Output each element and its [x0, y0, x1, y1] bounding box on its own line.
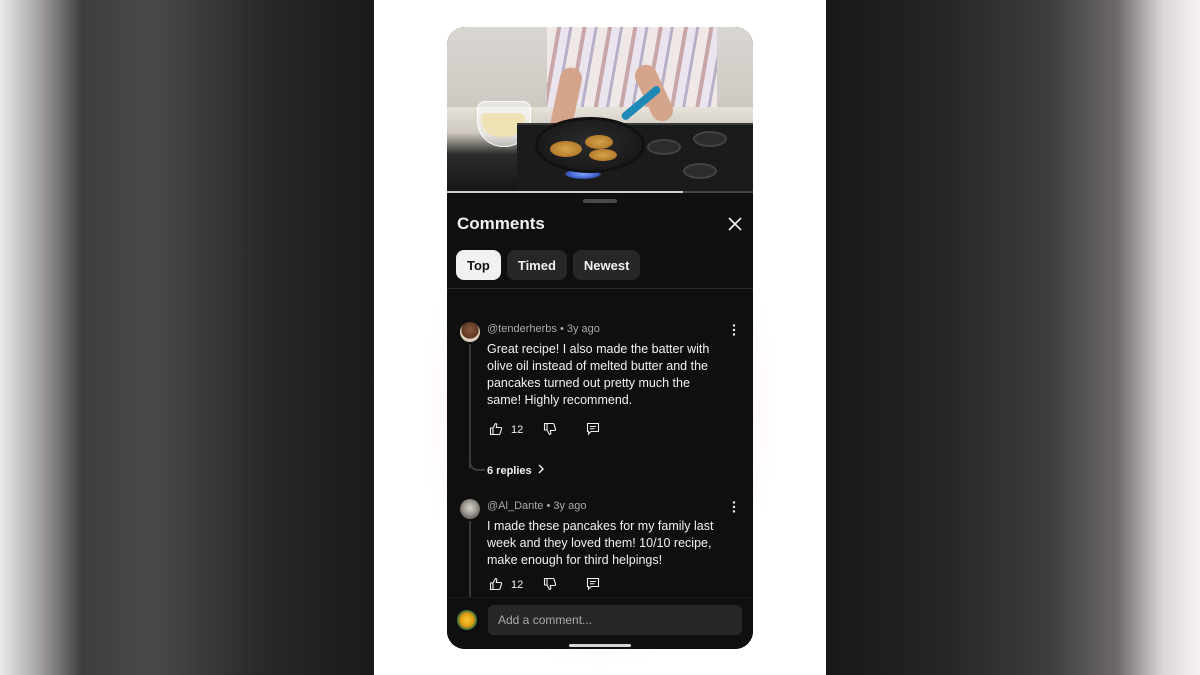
chevron-right-icon	[537, 464, 545, 477]
divider	[447, 288, 753, 289]
home-indicator[interactable]	[569, 644, 631, 647]
comment-composer	[447, 597, 753, 649]
video-frame-burner	[647, 139, 681, 155]
dislike-button[interactable]	[543, 577, 557, 594]
thumb-down-icon	[543, 577, 557, 594]
video-frame-pancake	[550, 141, 582, 157]
comment-actions: 12	[489, 422, 600, 438]
thread-line	[469, 344, 471, 468]
comment-actions: 12	[489, 577, 600, 593]
thumb-up-icon	[489, 422, 503, 439]
thumb-up-icon	[489, 577, 503, 594]
reply-button[interactable]	[586, 577, 600, 594]
like-count: 12	[511, 579, 524, 591]
comment-author[interactable]: @Al_Dante	[487, 500, 543, 512]
chip-top[interactable]: Top	[456, 250, 501, 280]
drag-handle[interactable]	[583, 199, 617, 203]
comment-author[interactable]: @tenderherbs	[487, 323, 557, 335]
video-frame-pancake	[585, 135, 613, 149]
meta-separator: •	[559, 323, 567, 335]
like-button[interactable]: 12	[489, 422, 523, 439]
phone-screen: Comments Top Timed Newest @tenderherbs •…	[447, 27, 753, 649]
avatar[interactable]	[460, 322, 480, 342]
thumb-down-icon	[543, 422, 557, 439]
thread-curve	[469, 453, 485, 471]
like-count: 12	[511, 424, 524, 436]
comment-text: Great recipe! I also made the batter wit…	[487, 342, 710, 407]
dislike-button[interactable]	[543, 422, 557, 439]
comment-age: 3y ago	[566, 323, 600, 335]
comment-meta: @tenderherbs • 3y ago	[487, 323, 600, 335]
comment-meta: @Al_Dante • 3y ago	[487, 500, 586, 512]
video-frame-burner	[683, 163, 717, 179]
reply-button[interactable]	[586, 422, 600, 439]
replies-label: 6 replies	[487, 464, 532, 477]
chip-timed[interactable]: Timed	[506, 250, 567, 280]
video-player[interactable]	[447, 27, 753, 193]
video-frame-burner	[693, 131, 727, 147]
comments-sheet: Comments Top Timed Newest @tenderherbs •…	[447, 193, 753, 649]
like-button[interactable]: 12	[489, 577, 523, 594]
reply-icon	[586, 422, 600, 439]
view-replies-button[interactable]: 6 replies	[487, 464, 545, 477]
more-vert-icon[interactable]	[727, 500, 741, 514]
chip-newest[interactable]: Newest	[572, 250, 641, 280]
add-comment-input[interactable]	[488, 605, 742, 635]
comments-title: Comments	[457, 214, 545, 233]
sort-chips: Top Timed Newest	[456, 250, 641, 280]
avatar[interactable]	[460, 499, 480, 519]
close-icon[interactable]	[725, 214, 745, 234]
video-frame-pancake	[589, 149, 617, 161]
reply-icon	[586, 577, 600, 594]
avatar	[457, 610, 477, 630]
blurred-background-left	[0, 0, 374, 675]
comment-age: 3y ago	[553, 500, 587, 512]
more-vert-icon[interactable]	[727, 323, 741, 337]
comment-text: I made these pancakes for my family last…	[487, 519, 714, 567]
blurred-background-right	[826, 0, 1200, 675]
